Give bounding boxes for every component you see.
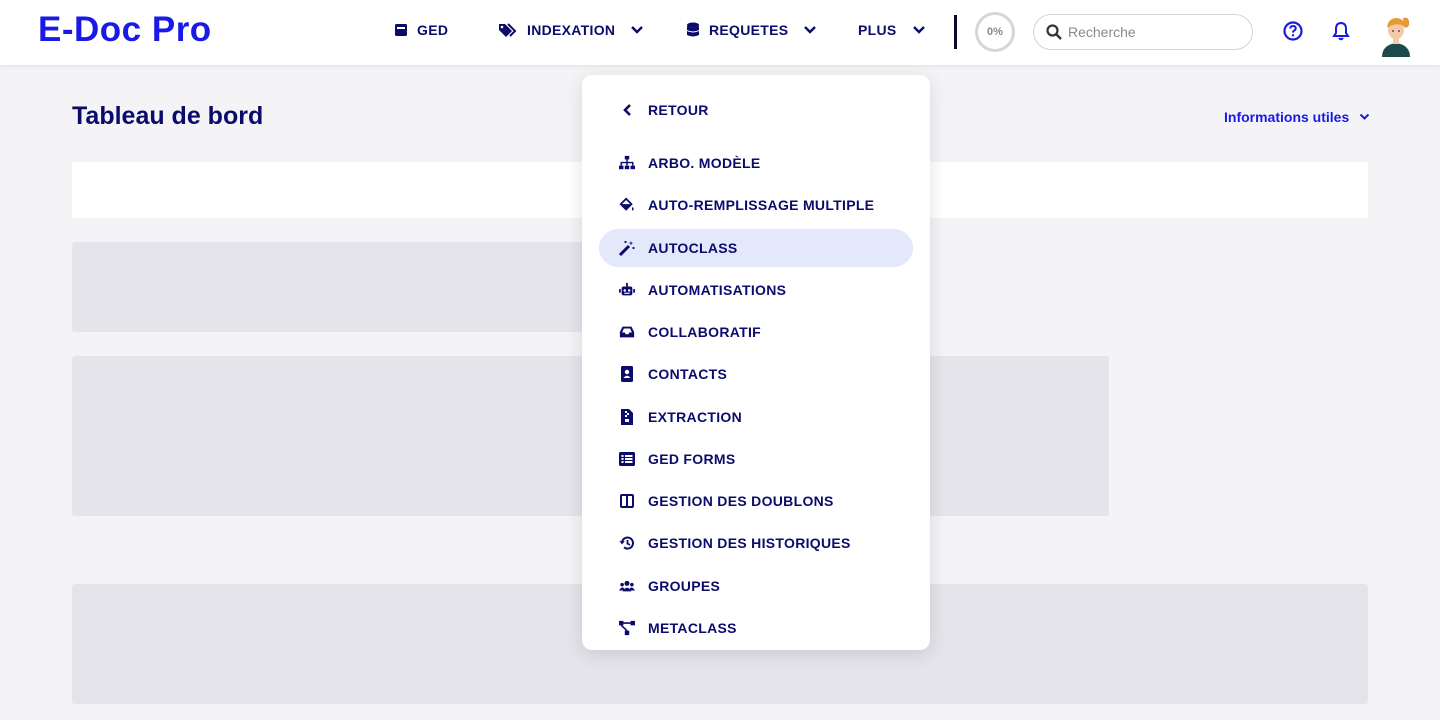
chevron-down-icon [804, 26, 817, 34]
magic-wand-icon [619, 240, 635, 256]
top-navigation-bar: E-Doc Pro GED INDEXATION REQUETES PLUS 0… [0, 0, 1440, 65]
menu-item-gestion-historiques[interactable]: GESTION DES HISTORIQUES [599, 524, 913, 562]
columns-icon [619, 493, 635, 509]
menu-item-gestion-doublons[interactable]: GESTION DES DOUBLONS [599, 482, 913, 520]
menu-item-label: AUTOCLASS [648, 240, 738, 256]
menu-item-label: GESTION DES DOUBLONS [648, 493, 834, 509]
list-form-icon [619, 451, 635, 467]
progress-indicator: 0% [975, 12, 1015, 52]
network-icon [619, 620, 635, 636]
dropdown-back-button[interactable]: RETOUR [599, 91, 913, 129]
menu-item-contacts[interactable]: CONTACTS [599, 355, 913, 393]
users-icon [619, 578, 635, 594]
search-input[interactable] [1068, 24, 1238, 40]
inbox-icon [619, 324, 635, 340]
chevron-down-icon [631, 26, 644, 34]
chevron-down-icon [1360, 113, 1370, 120]
menu-item-label: GED FORMS [648, 451, 736, 467]
loading-placeholder [72, 242, 592, 332]
search-box[interactable] [1033, 14, 1253, 50]
plus-dropdown-menu: RETOUR ARBO. MODÈLE AUTO-REMPLISSAGE MUL… [582, 75, 930, 650]
nav-indexation-label: INDEXATION [527, 22, 616, 38]
menu-item-label: COLLABORATIF [648, 324, 761, 340]
menu-item-label: AUTOMATISATIONS [648, 282, 787, 298]
menu-item-auto-remplissage[interactable]: AUTO-REMPLISSAGE MULTIPLE [599, 186, 913, 224]
nav-ged[interactable]: GED [394, 22, 448, 38]
nav-indexation[interactable]: INDEXATION [498, 22, 644, 38]
page-title: Tableau de bord [72, 102, 264, 130]
menu-item-groupes[interactable]: GROUPES [599, 567, 913, 605]
menu-item-label: GESTION DES HISTORIQUES [648, 535, 851, 551]
menu-item-label: GROUPES [648, 578, 721, 594]
nav-requetes[interactable]: REQUETES [686, 22, 817, 38]
info-dropdown-toggle[interactable]: Informations utiles [1224, 109, 1370, 125]
menu-item-ged-forms[interactable]: GED FORMS [599, 440, 913, 478]
chevron-down-icon [912, 26, 925, 34]
help-icon[interactable] [1283, 21, 1303, 46]
robot-icon [619, 282, 635, 298]
nav-plus-label: PLUS [858, 22, 897, 38]
menu-item-autoclass[interactable]: AUTOCLASS [599, 229, 913, 267]
avatar[interactable] [1376, 13, 1416, 57]
nav-divider [954, 15, 957, 49]
nav-plus[interactable]: PLUS [858, 22, 926, 38]
fill-bucket-icon [619, 197, 635, 213]
app-logo[interactable]: E-Doc Pro [38, 10, 212, 50]
archive-icon [395, 24, 407, 36]
history-icon [619, 535, 635, 551]
menu-item-metaclass[interactable]: METACLASS [599, 609, 913, 647]
nav-requetes-label: REQUETES [709, 22, 789, 38]
tags-icon [499, 23, 517, 37]
dropdown-back-label: RETOUR [648, 102, 709, 118]
search-icon [1046, 24, 1062, 40]
progress-label: 0% [987, 26, 1003, 38]
bell-icon[interactable] [1331, 21, 1351, 46]
nav-ged-label: GED [417, 22, 449, 38]
chevron-left-icon [619, 102, 635, 118]
database-icon [687, 22, 699, 37]
menu-item-label: EXTRACTION [648, 409, 742, 425]
menu-item-arbo-modele[interactable]: ARBO. MODÈLE [599, 144, 913, 182]
menu-item-automatisations[interactable]: AUTOMATISATIONS [599, 271, 913, 309]
menu-item-label: METACLASS [648, 620, 737, 636]
file-zip-icon [619, 409, 635, 425]
menu-item-collaboratif[interactable]: COLLABORATIF [599, 313, 913, 351]
sitemap-icon [619, 155, 635, 171]
menu-item-extraction[interactable]: EXTRACTION [599, 398, 913, 436]
address-book-icon [619, 366, 635, 382]
menu-item-label: CONTACTS [648, 366, 728, 382]
menu-item-label: AUTO-REMPLISSAGE MULTIPLE [648, 197, 875, 213]
info-link-label: Informations utiles [1224, 109, 1350, 125]
menu-item-label: ARBO. MODÈLE [648, 155, 761, 171]
